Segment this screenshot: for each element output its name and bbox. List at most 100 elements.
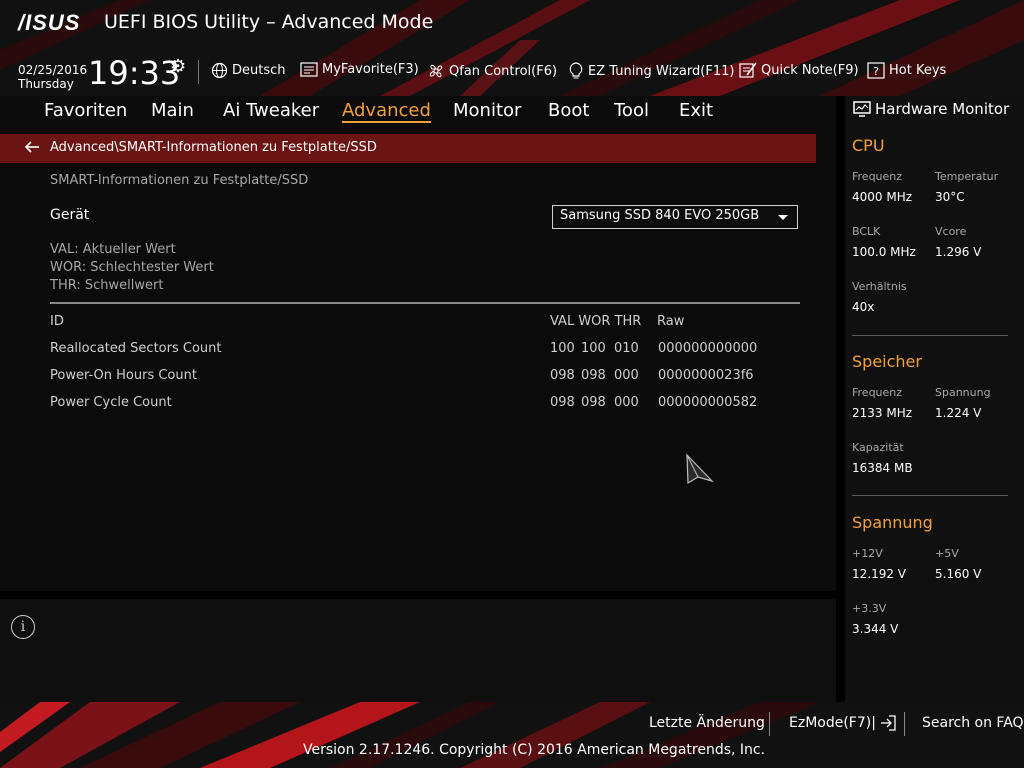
voltage-heading: Spannung (852, 513, 933, 532)
panel-divider (836, 96, 845, 702)
main-menu: Favoriten Main Ai Tweaker Advanced Monit… (0, 96, 836, 126)
hot-keys-button[interactable]: ? Hot Keys (867, 62, 946, 79)
mem-freq-value: 2133 MHz (852, 406, 913, 420)
row-wor: 098 (581, 395, 606, 410)
header-separator (198, 60, 199, 84)
column-header-raw: Raw (657, 314, 685, 329)
tab-advanced[interactable]: Advanced (342, 100, 431, 123)
bclk-value: 100.0 MHz (852, 245, 916, 259)
favorite-icon (300, 62, 318, 77)
hot-keys-label: Hot Keys (889, 63, 947, 78)
fan-icon (429, 64, 443, 78)
ezmode-button[interactable]: EzMode(F7)| (789, 715, 896, 731)
date-display: 02/25/2016 Thursday (18, 63, 87, 91)
myfavorite-button[interactable]: MyFavorite(F3) (300, 62, 419, 77)
gear-icon[interactable]: ⚙ (170, 56, 186, 77)
ratio-value: 40x (852, 300, 875, 314)
row-val: 098 (550, 395, 575, 410)
myfavorite-label: MyFavorite(F3) (322, 62, 419, 77)
footer: Letzte Änderung EzMode(F7)| Search on FA… (0, 702, 1024, 768)
vcore-value: 1.296 V (935, 245, 982, 259)
tab-favoriten[interactable]: Favoriten (44, 100, 127, 121)
table-row[interactable]: Power-On Hours Count 098 098 000 0000000… (0, 368, 836, 392)
monitor-icon (853, 101, 871, 117)
row-raw: 0000000023f6 (658, 368, 754, 383)
table-divider (50, 302, 800, 304)
bclk-label: BCLK (852, 225, 881, 238)
ez-tuning-button[interactable]: EZ Tuning Wizard(F11) (568, 62, 734, 80)
footer-background (0, 702, 820, 768)
qfan-label: Qfan Control(F6) (449, 63, 558, 79)
cpu-heading: CPU (852, 136, 885, 155)
cpu-freq-label: Frequenz (852, 170, 903, 183)
v33-value: 3.344 V (852, 622, 899, 636)
legend-val: VAL: Aktueller Wert (50, 242, 176, 257)
memory-heading: Speicher (852, 352, 922, 371)
language-label: Deutsch (232, 63, 286, 78)
back-arrow-icon[interactable] (24, 139, 40, 158)
table-row[interactable]: Reallocated Sectors Count 100 100 010 00… (0, 341, 836, 365)
help-panel: i (0, 599, 836, 702)
content-help-separator (0, 591, 836, 599)
ezmode-label: EzMode(F7)| (789, 715, 876, 731)
search-faq-button[interactable]: Search on FAQ (922, 715, 1024, 731)
row-wor: 100 (581, 341, 606, 356)
note-icon (739, 62, 757, 78)
row-thr: 000 (614, 395, 639, 410)
tab-monitor[interactable]: Monitor (453, 100, 521, 121)
row-wor: 098 (581, 368, 606, 383)
exit-arrow-icon (880, 715, 896, 731)
device-dropdown-value: Samsung SSD 840 EVO 250GB (560, 208, 760, 223)
content-panel: SMART-Informationen zu Festplatte/SSD Ge… (0, 163, 836, 591)
cpu-freq-value: 4000 MHz (852, 190, 913, 204)
info-icon: i (11, 615, 35, 639)
app-title: UEFI BIOS Utility – Advanced Mode (104, 11, 434, 33)
lightbulb-icon (569, 62, 583, 79)
v5-label: +5V (935, 547, 959, 560)
globe-icon (211, 62, 228, 79)
row-val: 100 (550, 341, 575, 356)
cpu-temp-value: 30°C (935, 190, 965, 204)
row-id: Power Cycle Count (50, 395, 172, 410)
mouse-cursor-icon (686, 453, 714, 485)
footer-separator (904, 712, 905, 736)
column-header-val-wor-thr: VAL WOR THR (550, 314, 642, 329)
ez-tuning-label: EZ Tuning Wizard(F11) (588, 63, 735, 79)
legend-thr: THR: Schwellwert (50, 278, 164, 293)
row-raw: 000000000582 (658, 395, 758, 410)
row-thr: 010 (614, 341, 639, 356)
qfan-button[interactable]: Qfan Control(F6) (427, 62, 557, 80)
breadcrumb-path: Advanced\SMART-Informationen zu Festplat… (50, 140, 377, 155)
cpu-temp-label: Temperatur (935, 170, 999, 183)
clock: 19:33 (88, 54, 181, 92)
hardware-monitor-title: Hardware Monitor (853, 100, 1009, 118)
row-thr: 000 (614, 368, 639, 383)
svg-text:?: ? (873, 65, 879, 78)
table-row[interactable]: Power Cycle Count 098 098 000 0000000005… (0, 395, 836, 419)
hw-divider (852, 335, 1008, 336)
date-text: 02/25/2016 (18, 63, 88, 77)
hardware-monitor-panel: Hardware Monitor CPU Frequenz 4000 MHz T… (845, 96, 1024, 702)
section-subtitle: SMART-Informationen zu Festplatte/SSD (50, 173, 309, 188)
legend-wor: WOR: Schlechtester Wert (50, 260, 214, 275)
tab-exit[interactable]: Exit (679, 100, 713, 121)
row-id: Power-On Hours Count (50, 368, 197, 383)
mem-volt-label: Spannung (935, 386, 991, 399)
row-raw: 000000000000 (658, 341, 758, 356)
device-label: Gerät (50, 207, 90, 223)
quick-note-label: Quick Note(F9) (761, 63, 859, 78)
v12-value: 12.192 V (852, 567, 907, 581)
question-icon: ? (867, 62, 885, 79)
breadcrumb: Advanced\SMART-Informationen zu Festplat… (0, 134, 816, 163)
tab-tool[interactable]: Tool (614, 100, 649, 121)
tab-ai-tweaker[interactable]: Ai Tweaker (223, 100, 319, 121)
hw-divider (852, 495, 1008, 496)
mem-cap-value: 16384 MB (852, 461, 913, 475)
last-change-button[interactable]: Letzte Änderung (649, 715, 765, 731)
language-button[interactable]: Deutsch (211, 62, 286, 79)
device-dropdown[interactable]: Samsung SSD 840 EVO 250GB (552, 205, 798, 229)
tab-boot[interactable]: Boot (548, 100, 589, 121)
tab-main[interactable]: Main (151, 100, 194, 121)
chevron-down-icon (778, 215, 788, 220)
quick-note-button[interactable]: Quick Note(F9) (739, 62, 859, 79)
